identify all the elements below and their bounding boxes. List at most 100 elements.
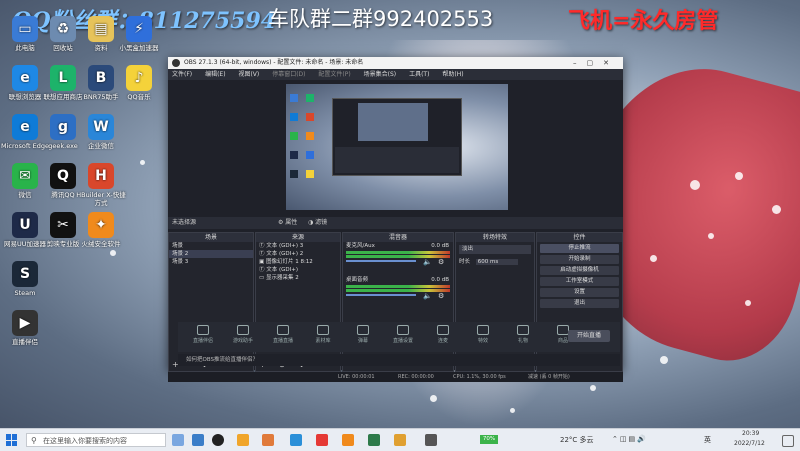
desktop-icon[interactable]: ▶ 直播伴侣 [0, 310, 50, 346]
studio-mode-button[interactable]: 工作室模式 [540, 277, 619, 286]
mixer-controls: 🔈 ⚙ [343, 292, 453, 302]
tab-label: 直播伴侣 [192, 338, 213, 344]
live-tab[interactable]: 素材库 [304, 325, 342, 344]
snow-flake [140, 160, 145, 165]
source-item[interactable]: Ⓣ 文本 (GDI+) 3 [256, 242, 340, 250]
duration-input[interactable]: 600 ms [475, 259, 518, 265]
app-taskbar-icon[interactable] [425, 434, 437, 446]
menu-docks[interactable]: 停靠窗口(D) [272, 71, 305, 78]
menu-tools[interactable]: 工具(T) [409, 71, 429, 78]
menu-view[interactable]: 视图(V) [238, 71, 259, 78]
menu-edit[interactable]: 编辑(E) [205, 71, 225, 78]
menu-file[interactable]: 文件(F) [172, 71, 192, 78]
scene-item[interactable]: 场景 2 [169, 250, 253, 258]
app-taskbar-icon[interactable] [290, 434, 302, 446]
app-icon: ✉ [12, 163, 38, 189]
desktop-icon[interactable]: ♪ QQ音乐 [114, 65, 164, 101]
obs-taskbar-icon[interactable] [212, 434, 224, 446]
app-taskbar-icon[interactable] [262, 434, 274, 446]
source-item[interactable]: ▣ 图像幻灯片 1 8:12 [256, 258, 340, 266]
file-explorer-icon[interactable] [192, 434, 204, 446]
network-usage-badge: 70% [480, 435, 498, 444]
app-icon: ▶ [12, 310, 38, 336]
snow-flake [708, 233, 714, 239]
obs-push-notice[interactable]: 如何把OBS推流给直播伴侣？ [178, 354, 620, 366]
live-tab[interactable]: 弹幕 [344, 325, 382, 344]
desktop-icon[interactable]: ✦ 火绒安全软件 [76, 212, 126, 248]
app-icon: U [12, 212, 38, 238]
transition-select[interactable]: 淡出 [459, 245, 531, 254]
filters-label: 滤镜 [315, 219, 328, 226]
live-tab[interactable]: 特效 [464, 325, 502, 344]
task-view-icon[interactable] [172, 434, 184, 446]
start-live-button[interactable]: 开始直播 [568, 330, 610, 342]
filters-button[interactable]: ◑ 滤镜 [308, 217, 327, 229]
settings-button[interactable]: 设置 [540, 288, 619, 297]
live-tab[interactable]: 直播伴侣 [184, 325, 222, 344]
stop-streaming-button[interactable]: 停止推流 [540, 244, 619, 253]
source-item[interactable]: Ⓣ 文本 (GDI+) [256, 266, 340, 274]
windows-start-icon[interactable] [6, 434, 18, 446]
channel-name: 桌面音频 [346, 277, 369, 283]
desktop-icon-label: Steam [14, 289, 36, 297]
mixer-controls: 🔈 ⚙ [343, 258, 453, 268]
audio-meter [346, 255, 450, 258]
sources-header: 来源 [256, 233, 340, 242]
preview-nested-canvas [358, 103, 428, 141]
audio-meter [346, 251, 450, 254]
live-tab[interactable]: 游戏助手 [224, 325, 262, 344]
tab-icon [397, 325, 409, 335]
tab-icon [357, 325, 369, 335]
desktop-icon[interactable]: ⚡ 小黑盒加速器 [114, 16, 164, 52]
input-language[interactable]: 英 [704, 435, 711, 445]
app-taskbar-icon[interactable] [237, 434, 249, 446]
live-tab[interactable]: 直播设置 [384, 325, 422, 344]
app-icon: ▭ [12, 16, 38, 42]
tab-label: 连麦 [437, 338, 448, 344]
app-icon: ▤ [88, 16, 114, 42]
desktop-icon[interactable]: H HBuilder X-快捷方式 [76, 163, 126, 207]
app-taskbar-icon[interactable] [368, 434, 380, 446]
obs-status-bar: LIVE: 00:00:01 REC: 00:00:00 CPU: 1.1%, … [168, 372, 623, 382]
app-taskbar-icon[interactable] [342, 434, 354, 446]
obs-window-title: OBS 27.1.3 (64-bit, windows) - 配置文件: 未命名… [184, 59, 364, 66]
search-icon: ⚲ [31, 436, 37, 445]
clock-time[interactable]: 20:39 [742, 430, 759, 437]
app-taskbar-icon[interactable] [394, 434, 406, 446]
gear-icon[interactable]: ⚙ [438, 258, 444, 266]
virtual-camera-button[interactable]: 启动虚拟摄像机 [540, 266, 619, 275]
live-tab[interactable]: 礼物 [504, 325, 542, 344]
desktop-icon[interactable]: W 企业微信 [76, 114, 126, 150]
speaker-icon[interactable]: 🔈 [423, 292, 432, 300]
live-tab[interactable]: 连麦 [424, 325, 462, 344]
notification-icon[interactable] [782, 435, 794, 447]
taskbar-search-input[interactable]: 在这里输入你要搜索的内容 [26, 433, 166, 447]
properties-button[interactable]: ⚙ 属性 [278, 217, 297, 229]
live-tab[interactable]: 直播直播 [264, 325, 302, 344]
clock-date[interactable]: 2022/7/12 [734, 440, 765, 447]
exit-button[interactable]: 退出 [540, 299, 619, 308]
weather-status[interactable]: 22°C 多云 [560, 435, 594, 445]
scene-item[interactable]: 场景 3 [169, 258, 253, 266]
menu-profile[interactable]: 配置文件(P) [318, 71, 350, 78]
window-controls[interactable]: –▢✕ [573, 57, 619, 69]
tray-icons[interactable]: ⌃◫▤🔊 [612, 435, 648, 443]
app-taskbar-icon[interactable] [316, 434, 328, 446]
menu-scene-collection[interactable]: 场景集合(S) [364, 71, 397, 78]
menu-help[interactable]: 帮助(H) [442, 71, 463, 78]
obs-title-bar[interactable]: OBS 27.1.3 (64-bit, windows) - 配置文件: 未命名… [168, 57, 623, 69]
source-item[interactable]: ▭ 显示器采集 2 [256, 274, 340, 282]
volume-slider[interactable] [346, 260, 416, 262]
desktop-icon[interactable]: S Steam [0, 261, 50, 297]
no-source-label: 未选择源 [172, 219, 197, 226]
source-toolbar: 未选择源 ⚙ 属性 ◑ 滤镜 [168, 217, 623, 229]
obs-preview-canvas[interactable] [286, 84, 508, 210]
volume-slider[interactable] [346, 294, 416, 296]
scene-item[interactable]: 场景 [169, 242, 253, 250]
source-item[interactable]: Ⓣ 文本 (GDI+) 2 [256, 250, 340, 258]
snow-flake [772, 205, 781, 214]
start-recording-button[interactable]: 开始录制 [540, 255, 619, 264]
desktop-icon-label: 小黑盒加速器 [119, 44, 159, 52]
speaker-icon[interactable]: 🔈 [423, 258, 432, 266]
gear-icon[interactable]: ⚙ [438, 292, 444, 300]
